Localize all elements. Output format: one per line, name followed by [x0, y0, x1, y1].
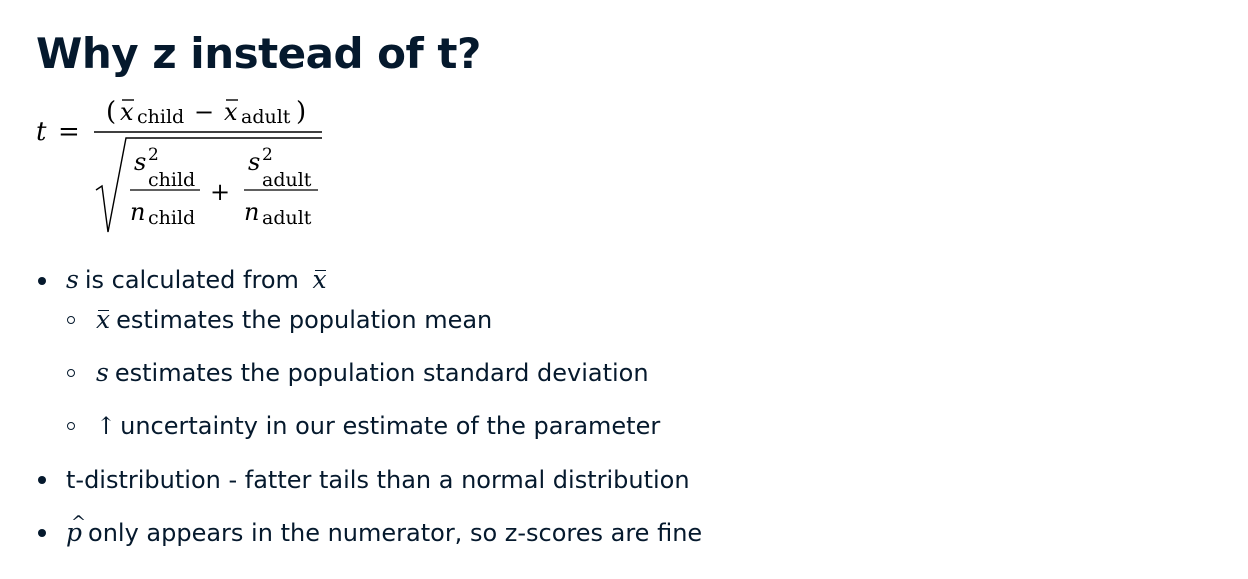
symbol-s: s — [66, 265, 79, 294]
bullet-ring-3 — [67, 422, 75, 430]
list-item-text: uncertainty in our estimate of the param… — [120, 412, 661, 440]
symbol-s: s — [96, 358, 109, 387]
symbol-xbar: x — [312, 265, 327, 294]
symbol-phat: p — [66, 507, 86, 549]
bullet-ring-1 — [67, 316, 75, 324]
list-item-text: estimates the population mean — [116, 306, 493, 334]
list-item-text: is calculated from — [84, 266, 299, 294]
bullet-dot-3 — [38, 529, 46, 537]
list-item-text: only appears in the numerator, so z-scor… — [88, 519, 703, 547]
list-item: ponly appears in the numerator, so z-sco… — [66, 507, 703, 549]
bullet-dot-1 — [38, 277, 46, 285]
list-item: s estimates the population standard devia… — [96, 357, 649, 389]
slide: Why z instead of t? t = ( x child − x ad… — [0, 0, 1248, 579]
list-item-text: estimates the population standard deviat… — [114, 359, 649, 387]
list-item: s is calculated from x — [66, 264, 333, 296]
bullet-dot-2 — [38, 476, 46, 484]
list-item: ↑ uncertainty in our estimate of the para… — [96, 410, 660, 442]
symbol-xbar: x — [96, 305, 111, 334]
arrow-up-icon: ↑ — [96, 412, 117, 440]
bullet-ring-2 — [67, 369, 75, 377]
list-item: t-distribution - fatter tails than a nor… — [66, 464, 690, 496]
list-item: x estimates the population mean — [96, 304, 492, 336]
list-item-text: t-distribution - fatter tails than a nor… — [66, 466, 690, 494]
bullet-list: s is calculated from x x estimates the pop… — [0, 0, 1248, 579]
